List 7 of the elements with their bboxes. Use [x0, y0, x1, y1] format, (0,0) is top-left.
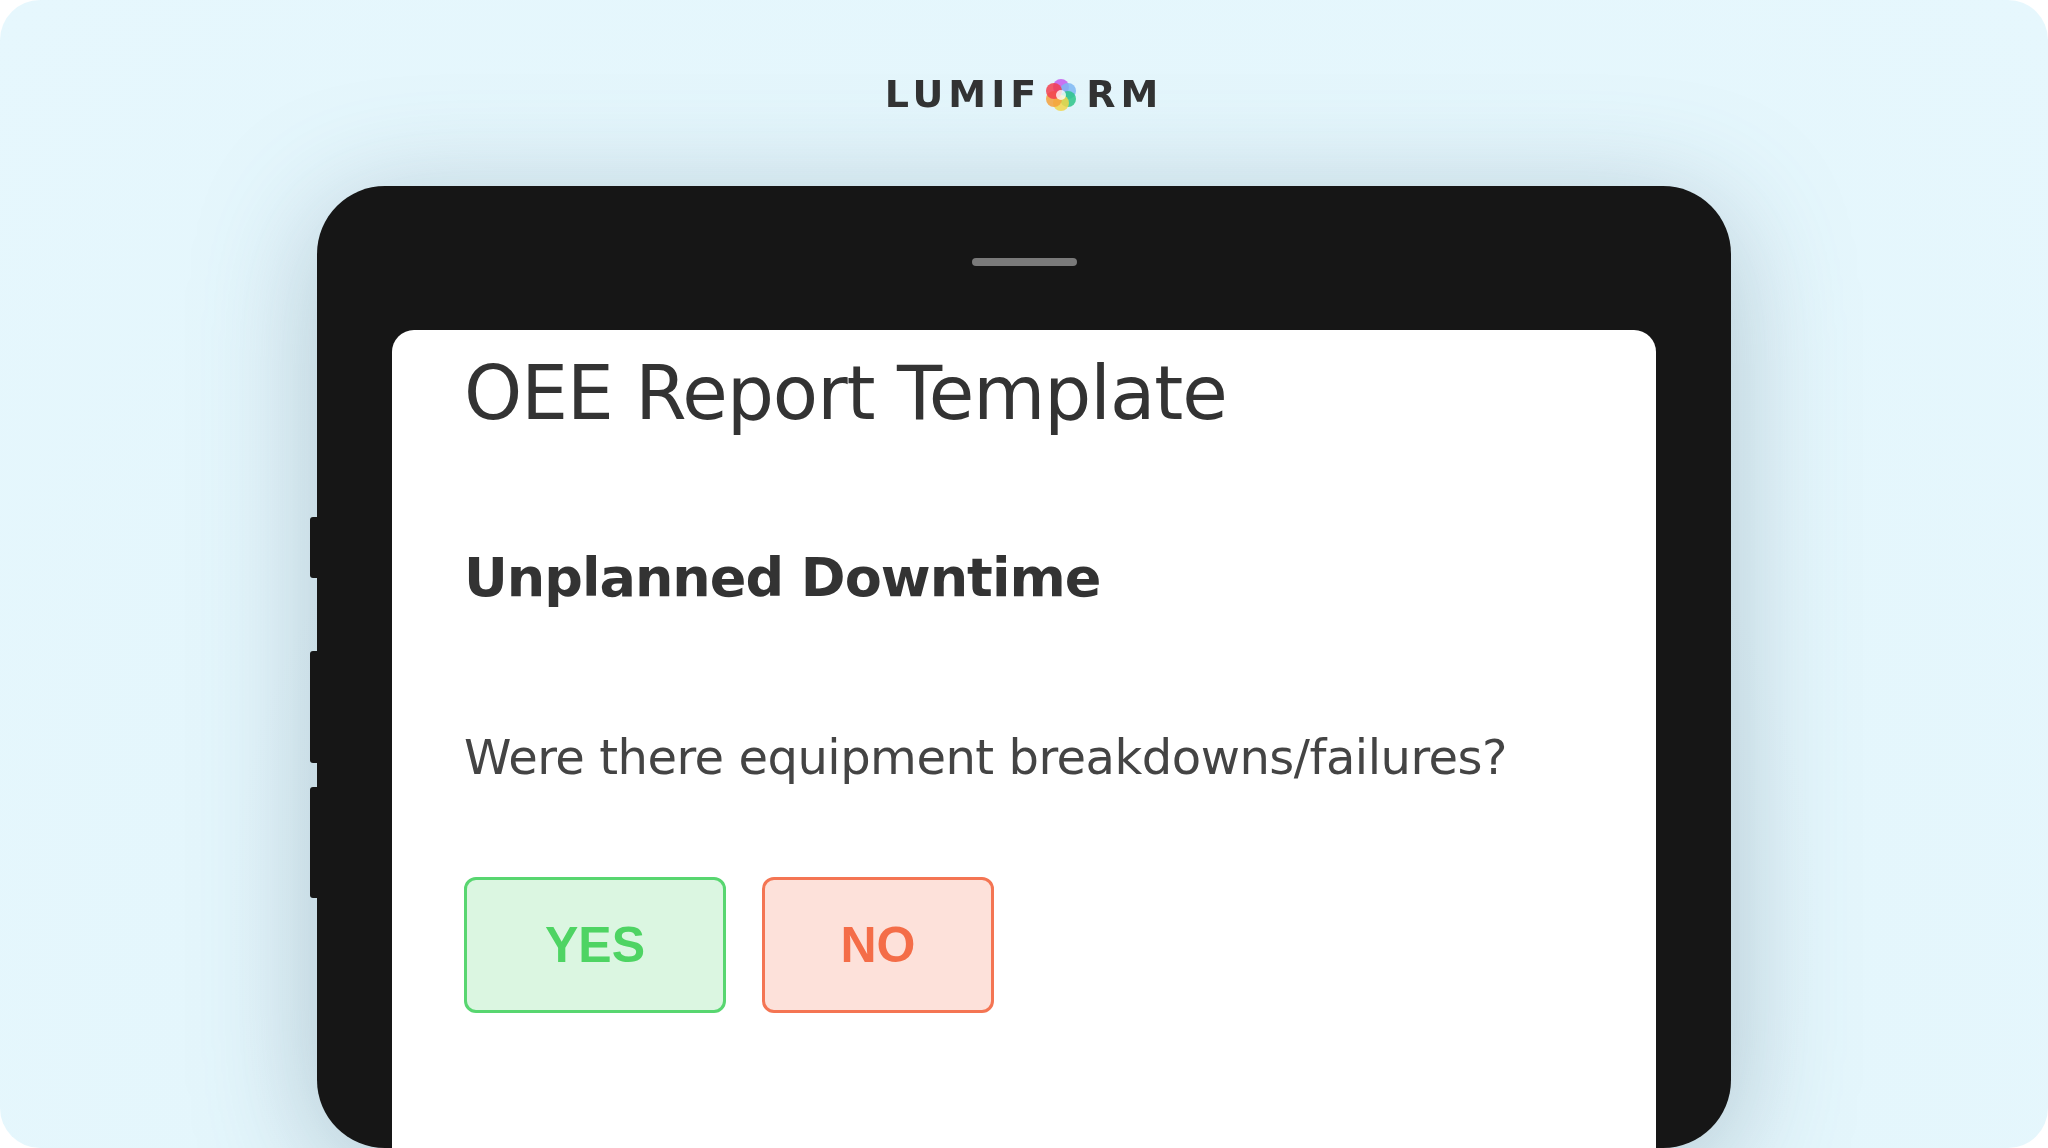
answer-button[interactable]: YES	[464, 877, 726, 1013]
section-heading: Unplanned Downtime	[464, 546, 1102, 609]
question-text: Were there equipment breakdowns/failures?	[464, 729, 1509, 785]
logo-text: RM	[1086, 72, 1164, 116]
form-title: OEE Report Template	[464, 350, 1228, 436]
logo-text: LUMIF	[884, 72, 1042, 116]
answer-button[interactable]: NO	[762, 877, 994, 1013]
